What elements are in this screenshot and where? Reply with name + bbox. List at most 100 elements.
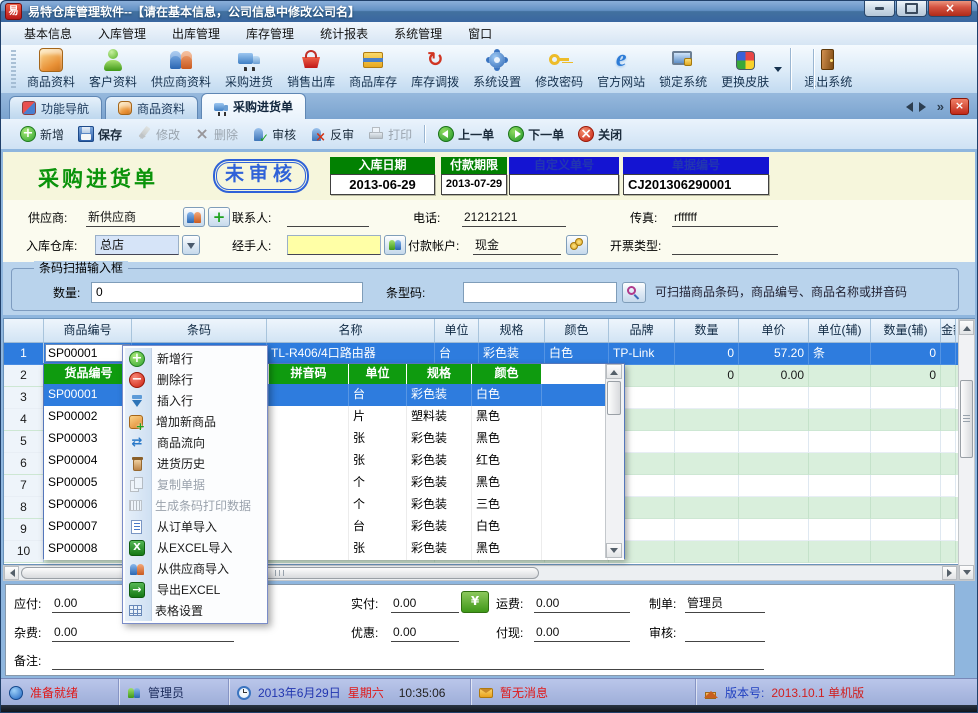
context-menu-item[interactable]: 生成条码打印数据 <box>125 495 265 516</box>
tab-overflow-icon[interactable]: » <box>937 99 944 114</box>
maximize-button[interactable] <box>896 0 927 17</box>
col-header[interactable]: 单价 <box>739 319 809 342</box>
tab-scroll-left-icon[interactable] <box>901 101 913 112</box>
toolbar-button[interactable]: 库存调拨 <box>404 45 466 93</box>
scroll-down-icon[interactable] <box>959 565 974 580</box>
toolbar-button[interactable]: 系统设置 <box>466 45 528 93</box>
fill-paid-button[interactable]: ¥ <box>461 591 489 613</box>
cash-field[interactable]: 0.00 <box>534 623 630 642</box>
menu-item[interactable]: 入库管理 <box>85 23 159 45</box>
col-header[interactable]: 单位(辅) <box>809 319 871 342</box>
phone-field[interactable]: 21212121 <box>462 208 566 227</box>
scan-barcode-input[interactable] <box>463 282 617 303</box>
cell-edit-box[interactable]: SP00001 <box>45 344 130 362</box>
menu-item[interactable]: 系统管理 <box>381 23 455 45</box>
supplier-field[interactable]: 新供应商 <box>86 208 180 227</box>
context-menu-item[interactable]: 进货历史 <box>125 453 265 474</box>
col-header[interactable]: 金额 <box>941 319 956 342</box>
doc-toolbar-button[interactable]: 反审 <box>303 122 361 146</box>
col-header[interactable]: 名称 <box>267 319 435 342</box>
context-menu-item[interactable]: 从EXCEL导入 <box>125 537 265 558</box>
scan-qty-input[interactable]: 0 <box>91 282 363 303</box>
toolbar-button[interactable]: 退出系统 <box>790 45 859 93</box>
scroll-right-icon[interactable] <box>942 566 957 580</box>
col-header[interactable]: 品牌 <box>609 319 675 342</box>
doc-no-field[interactable]: CJ201306290001 <box>623 174 769 195</box>
toolbar-button[interactable]: 更换皮肤 <box>714 45 785 93</box>
context-menu-item[interactable]: 从订单导入 <box>125 516 265 537</box>
tab-close-button[interactable]: × <box>950 98 969 115</box>
remark-field[interactable] <box>52 651 764 670</box>
col-header[interactable]: 数量(辅) <box>871 319 941 342</box>
doc-toolbar-button[interactable]: 关闭 <box>571 122 629 146</box>
select-supplier-button[interactable] <box>183 207 205 227</box>
doc-toolbar-button[interactable]: 审核 <box>245 122 303 146</box>
minimize-button[interactable] <box>864 0 895 17</box>
context-menu-item[interactable]: 导出EXCEL <box>125 579 265 600</box>
tab[interactable]: 采购进货单 <box>201 93 307 119</box>
context-menu-item[interactable]: 商品流向 <box>125 432 265 453</box>
fax-field[interactable]: rffffff <box>672 208 778 227</box>
misc-fee-field[interactable]: 0.00 <box>52 623 234 642</box>
vertical-scroll-thumb[interactable] <box>960 380 973 458</box>
context-menu-item[interactable]: 增加新商品 <box>125 411 265 432</box>
col-header[interactable]: 商品编号 <box>44 319 132 342</box>
select-account-button[interactable] <box>566 235 588 255</box>
scroll-left-icon[interactable] <box>4 566 19 580</box>
col-header[interactable] <box>4 319 44 342</box>
scroll-up-icon[interactable] <box>959 320 974 335</box>
col-header[interactable]: 数量 <box>675 319 739 342</box>
dropdown-scroll-down-icon[interactable] <box>606 543 622 558</box>
context-menu-item[interactable]: 删除行 <box>125 369 265 390</box>
context-menu-item[interactable]: 新增行 <box>125 348 265 369</box>
doc-toolbar-button[interactable]: 打印 <box>361 122 419 146</box>
account-field[interactable]: 现金 <box>473 236 561 255</box>
toolbar-button[interactable]: 销售出库 <box>280 45 342 93</box>
dropdown-scrollbar[interactable] <box>605 364 624 558</box>
handler-field[interactable] <box>287 235 381 255</box>
col-header[interactable]: 规格 <box>479 319 545 342</box>
context-menu-item[interactable]: 复制单据 <box>125 474 265 495</box>
col-header[interactable]: 颜色 <box>545 319 609 342</box>
toolbar-button[interactable]: 商品库存 <box>342 45 404 93</box>
contact-field[interactable] <box>287 208 369 227</box>
pay-due-field[interactable]: 2013-07-29 <box>441 174 507 195</box>
doc-toolbar-button[interactable]: 新增 <box>13 122 71 146</box>
tab[interactable]: 商品资料 <box>105 96 199 119</box>
context-menu-item[interactable]: 从供应商导入 <box>125 558 265 579</box>
doc-toolbar-button[interactable]: 上一单 <box>424 122 501 146</box>
select-handler-button[interactable] <box>384 235 406 255</box>
col-header[interactable]: 单位 <box>435 319 479 342</box>
toolbar-button[interactable]: 客户资料 <box>82 45 144 93</box>
doc-toolbar-button[interactable]: 下一单 <box>501 122 571 146</box>
warehouse-select-button[interactable] <box>182 235 200 255</box>
dropdown-scroll-thumb[interactable] <box>607 381 621 415</box>
close-button[interactable]: × <box>928 0 972 17</box>
context-menu-item[interactable]: 插入行 <box>125 390 265 411</box>
doc-toolbar-button[interactable]: 删除 <box>187 122 245 146</box>
toolbar-button[interactable]: 修改密码 <box>528 45 590 93</box>
tab[interactable]: 功能导航 <box>9 96 103 119</box>
col-header[interactable]: 条码 <box>132 319 267 342</box>
toolbar-button[interactable]: 锁定系统 <box>652 45 714 93</box>
toolbar-button[interactable]: 官方网站 <box>590 45 652 93</box>
toolbar-button[interactable]: 商品资料 <box>20 45 82 93</box>
custom-no-field[interactable] <box>509 174 619 195</box>
scan-search-button[interactable] <box>622 282 646 303</box>
doc-toolbar-button[interactable]: 修改 <box>129 122 187 146</box>
date-in-field[interactable]: 2013-06-29 <box>330 174 435 195</box>
tab-scroll-right-icon[interactable] <box>918 101 931 112</box>
menu-item[interactable]: 窗口 <box>455 23 505 45</box>
menu-item[interactable]: 基本信息 <box>11 23 85 45</box>
dropdown-scroll-up-icon[interactable] <box>606 364 622 379</box>
toolbar-button[interactable]: 采购进货 <box>218 45 280 93</box>
menu-item[interactable]: 出库管理 <box>159 23 233 45</box>
context-menu-item[interactable]: 表格设置 <box>125 600 265 621</box>
paid-field[interactable]: 0.00 <box>391 594 459 613</box>
add-supplier-button[interactable]: + <box>208 207 230 227</box>
discount-field[interactable]: 0.00 <box>391 623 459 642</box>
freight-field[interactable]: 0.00 <box>534 594 630 613</box>
menu-item[interactable]: 统计报表 <box>307 23 381 45</box>
warehouse-field[interactable]: 总店 <box>95 235 179 255</box>
table-vertical-scrollbar[interactable] <box>958 319 975 581</box>
